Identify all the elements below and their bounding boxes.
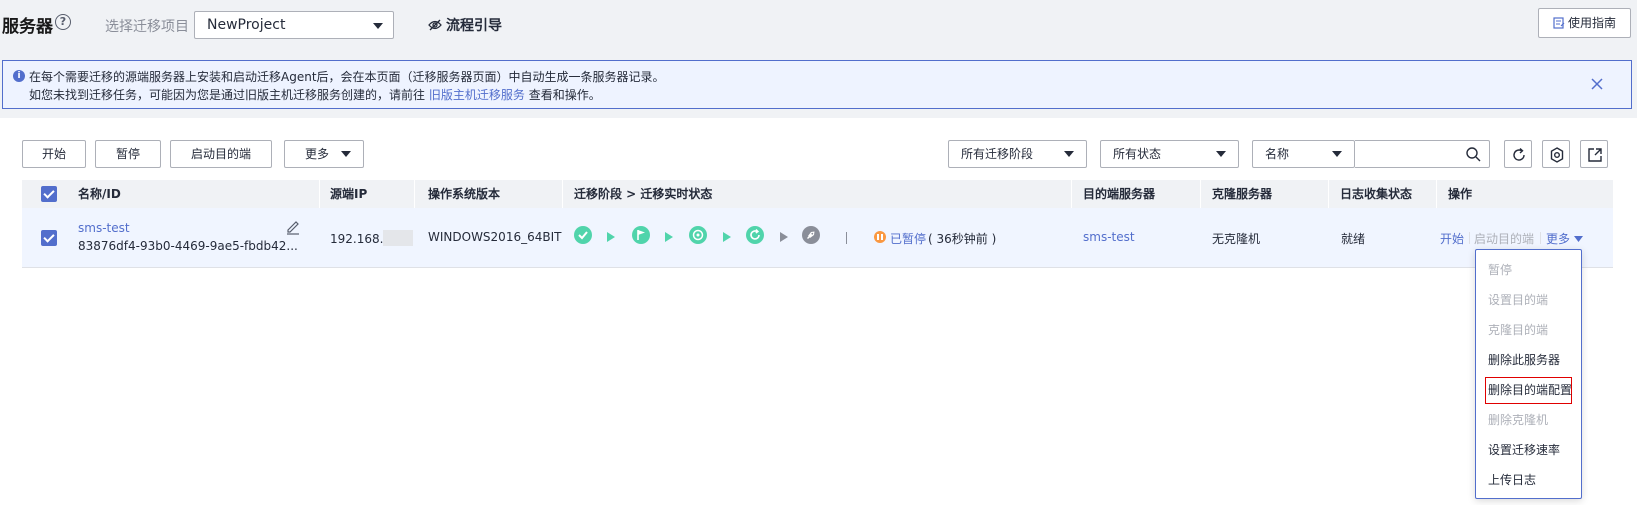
export-button[interactable] [1580,140,1608,168]
stage-divider [846,232,847,244]
edit-icon[interactable] [285,219,301,235]
status-paused-link[interactable]: 已暂停 [890,230,926,247]
page-header: 服务器 ? 选择迁移项目 NewProject 流程引导 使用指南 [0,0,1637,50]
refresh-icon [1513,147,1525,161]
eye-off-icon [428,19,442,31]
pause-status-icon [874,231,886,243]
menu-item-delete-server[interactable]: 删除此服务器 [1476,345,1581,375]
column-header-os: 操作系统版本 [428,187,501,201]
chevron-down-icon [373,23,383,29]
clone-server: 无克隆机 [1212,232,1261,246]
info-icon: i [13,70,25,82]
row-more-link[interactable]: 更多 [1546,230,1583,247]
more-button-label: 更多 [305,147,330,161]
project-select[interactable]: NewProject [194,11,394,39]
source-ip: 192.168. [330,230,414,246]
start-target-button[interactable]: 启动目的端 [170,140,272,168]
stage-filter-select[interactable]: 所有迁移阶段 [948,140,1087,168]
notice-line2: 如您未找到迁移任务，可能因为您是通过旧版主机迁移服务创建的，请前往 旧版主机迁移… [29,86,601,103]
caret-down-icon [1573,236,1583,242]
menu-item-delete-clone[interactable]: 删除克隆机 [1476,405,1581,435]
refresh-button[interactable] [1504,140,1532,168]
stage-arrow-icon [665,232,673,242]
row-checkbox[interactable] [41,230,57,246]
log-status: 就绪 [1341,232,1366,246]
stage-rocket-icon [802,226,820,244]
flow-guide-label: 流程引导 [446,18,502,34]
menu-item-clone-target[interactable]: 克隆目的端 [1476,315,1581,345]
user-guide-label: 使用指南 [1567,16,1616,30]
table-header: 名称/ID 源端IP 操作系统版本 迁移阶段 > 迁移实时状态 目的端服务器 克… [22,180,1613,208]
column-header-operations: 操作 [1448,187,1473,201]
column-header-ip: 源端IP [330,187,368,201]
menu-item-set-rate[interactable]: 设置迁移速率 [1476,435,1581,465]
search-icon[interactable] [1465,146,1481,162]
stage-arrow-icon [780,232,788,242]
server-name-link[interactable]: sms-test [78,221,130,235]
stage-filter-value: 所有迁移阶段 [961,147,1034,161]
chevron-down-icon [1064,151,1074,157]
row-start-target-link[interactable]: 启动目的端 [1474,230,1534,247]
server-id: 83876df4-93b0-4469-9ae5-fbdb42... [78,239,298,253]
pause-button[interactable]: 暂停 [95,140,161,168]
stage-arrow-icon [723,232,731,242]
legacy-service-link[interactable]: 旧版主机迁移服务 [429,88,525,102]
row-start-link[interactable]: 开始 [1440,230,1464,247]
flow-guide-link[interactable]: 流程引导 [428,15,502,35]
main-panel [0,118,1637,505]
column-header-clone: 克隆服务器 [1212,187,1273,201]
status-filter-value: 所有状态 [1113,147,1162,161]
search-input[interactable] [1355,140,1490,168]
notice-line2-prefix: 如您未找到迁移任务，可能因为您是通过旧版主机迁移服务创建的，请前往 [29,88,426,102]
menu-item-pause[interactable]: 暂停 [1476,255,1581,285]
stage-cycle-icon [746,226,764,244]
menu-item-upload-log[interactable]: 上传日志 [1476,465,1581,495]
page-title: 服务器 [2,17,53,37]
menu-item-set-target[interactable]: 设置目的端 [1476,285,1581,315]
row-more-label: 更多 [1546,232,1571,246]
select-all-checkbox[interactable] [41,186,57,202]
more-button[interactable]: 更多 [284,140,364,168]
chevron-down-icon [1332,151,1342,157]
status-filter-select[interactable]: 所有状态 [1100,140,1239,168]
project-label: 选择迁移项目 [105,19,189,35]
search-field-value: 名称 [1265,147,1290,161]
column-header-stage: 迁移阶段 > 迁移实时状态 [574,187,713,201]
column-header-log: 日志收集状态 [1340,187,1413,201]
column-header-target: 目的端服务器 [1083,187,1156,201]
gear-icon [1550,147,1564,163]
document-icon [1553,17,1565,29]
chevron-down-icon [341,151,351,157]
settings-button[interactable] [1542,140,1570,168]
start-button[interactable]: 开始 [22,140,86,168]
os-version: WINDOWS2016_64BIT [428,230,562,244]
column-header-name: 名称/ID [78,187,121,201]
user-guide-button[interactable]: 使用指南 [1538,8,1631,38]
stage-sync-icon [689,226,707,244]
close-icon[interactable] [1590,77,1604,91]
status-time: ( 36秒钟前 ) [928,232,997,246]
chevron-down-icon [1216,151,1226,157]
ip-mask [383,230,414,246]
stage-arrow-icon [607,232,615,242]
notice-line1: 在每个需要迁移的源端服务器上安装和启动迁移Agent后，会在本页面（迁移服务器页… [29,70,665,84]
menu-item-delete-target-config[interactable]: 删除目的端配置 [1485,377,1572,404]
source-ip-value: 192.168. [330,232,384,246]
help-icon[interactable]: ? [55,14,71,30]
stage-check-icon [574,226,592,244]
export-icon [1588,148,1602,162]
target-server-link[interactable]: sms-test [1083,230,1135,244]
stage-flag-icon [632,226,650,244]
info-notice: i 在每个需要迁移的源端服务器上安装和启动迁移Agent后，会在本页面（迁移服务… [2,60,1632,109]
notice-line2-suffix: 查看和操作。 [528,88,601,102]
project-select-value: NewProject [207,17,286,33]
more-dropdown-menu: 暂停 设置目的端 克隆目的端 删除此服务器 删除目的端配置 删除克隆机 设置迁移… [1475,249,1582,499]
search-field-select[interactable]: 名称 [1252,140,1355,168]
